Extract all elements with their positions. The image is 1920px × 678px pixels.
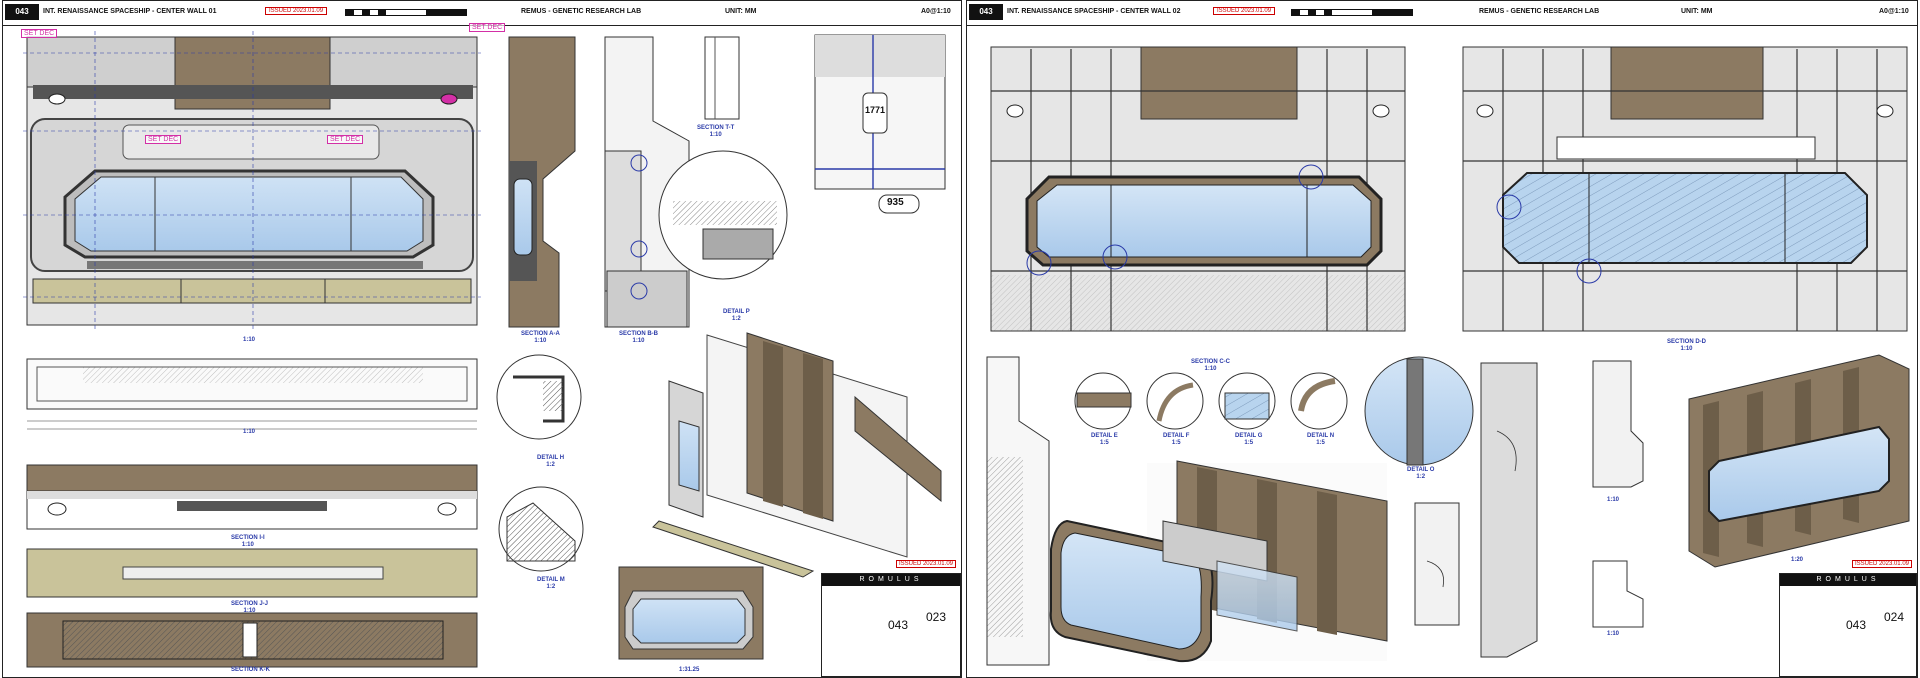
detail-p-view [658, 150, 788, 280]
page-number-block: 023 [926, 610, 947, 624]
caption-plan-scale: 1:10 [243, 429, 256, 435]
wall-elevation-left [990, 46, 1406, 332]
caption-section-t-t: SECTION T-T 1:10 [697, 125, 735, 138]
page-number-block: 024 [1884, 610, 1905, 624]
isometric-view-small [618, 566, 764, 660]
detail-h-view [496, 354, 582, 440]
caption-detail-p: DETAIL P 1:2 [723, 309, 750, 322]
caption-iso-scale: 1:20 [1791, 557, 1804, 563]
sheet-number-block: 043 [888, 618, 909, 632]
sheet-2-drawings [986, 46, 1910, 666]
isometric-view-right [1688, 354, 1910, 568]
set-dec-tag: SET DEC [21, 29, 58, 38]
set-dec-tag: SET DEC [145, 135, 182, 144]
title-block-issued: ISSUED 2023.01.09 [895, 560, 956, 568]
detail-n-view [1290, 372, 1348, 430]
section-j-j-view [26, 548, 478, 598]
set-dec-tag: SET DEC [327, 135, 364, 144]
detail-e-view [1074, 372, 1132, 430]
title-block-issued: ISSUED 2023.01.09 [1851, 560, 1912, 568]
side-profile-view [1592, 360, 1644, 628]
section-i-i-view [26, 464, 478, 530]
caption-detail-e: DETAIL E 1:5 [1091, 433, 1118, 446]
caption-section-k-k: SECTION K-K [231, 667, 270, 673]
wall-elevation-right [1462, 46, 1908, 332]
side-section-view [986, 356, 1050, 666]
detail-g-view [1218, 372, 1276, 430]
caption-detail-f: DETAIL F 1:5 [1163, 433, 1190, 446]
caption-detail-h: DETAIL H 1:2 [537, 455, 565, 468]
caption-section-b-b: SECTION B-B 1:10 [619, 331, 658, 344]
caption-section-d-d: SECTION D-D 1:10 [1667, 339, 1706, 352]
caption-detail-o: DETAIL O 1:2 [1407, 467, 1435, 480]
sheet-1-drawings [23, 31, 946, 668]
plan-view [26, 358, 478, 430]
caption-detail-n: DETAIL N 1:5 [1307, 433, 1335, 446]
drawing-sheet-1: 043 INT. RENAISSANCE SPACESHIP - CENTER … [2, 0, 962, 678]
caption-section-a-a: SECTION A-A 1:10 [521, 331, 560, 344]
caption-section-j-j: SECTION J-J 1:10 [231, 601, 269, 614]
caption-detail-g: DETAIL G 1:5 [1235, 433, 1263, 446]
detail-f-view [1146, 372, 1204, 430]
front-elevation [23, 31, 481, 331]
title-block: ROMULUS ISSUED 2023.01.09 043 023 [821, 560, 961, 677]
caption-side-scale: 1:10 [1607, 497, 1620, 503]
set-dec-tag: SET DEC [469, 23, 506, 32]
brand-band: ROMULUS [822, 574, 960, 586]
dimension-935: 935 [887, 197, 904, 208]
caption-section-c-c: SECTION C-C 1:10 [1191, 359, 1230, 372]
caption-iso-scale: 1:31.25 [679, 667, 700, 673]
caption-elev-scale: 1:10 [243, 337, 256, 343]
caption-detail-m: DETAIL M 1:2 [537, 577, 565, 590]
brand-band: ROMULUS [1780, 574, 1916, 586]
caption-iso2-scale: 1:10 [1607, 631, 1620, 637]
caption-section-i-i: SECTION I-I 1:10 [231, 535, 265, 548]
detail-o-view [1364, 356, 1474, 466]
section-t-t-view [704, 36, 740, 120]
sheet-number-block: 043 [1846, 618, 1867, 632]
drawing-sheet-2: 043 INT. RENAISSANCE SPACESHIP - CENTER … [966, 0, 1918, 678]
title-block: ROMULUS ISSUED 2023.01.09 043 024 [1779, 560, 1917, 677]
section-a-a-view [508, 36, 576, 328]
detail-m-view [498, 486, 584, 572]
exploded-isometric-view [1049, 460, 1388, 663]
dimension-detail-view [814, 34, 946, 214]
section-k-k-view [26, 612, 478, 668]
exploded-isometric-view [652, 332, 942, 578]
dimension-1771: 1771 [865, 105, 886, 115]
